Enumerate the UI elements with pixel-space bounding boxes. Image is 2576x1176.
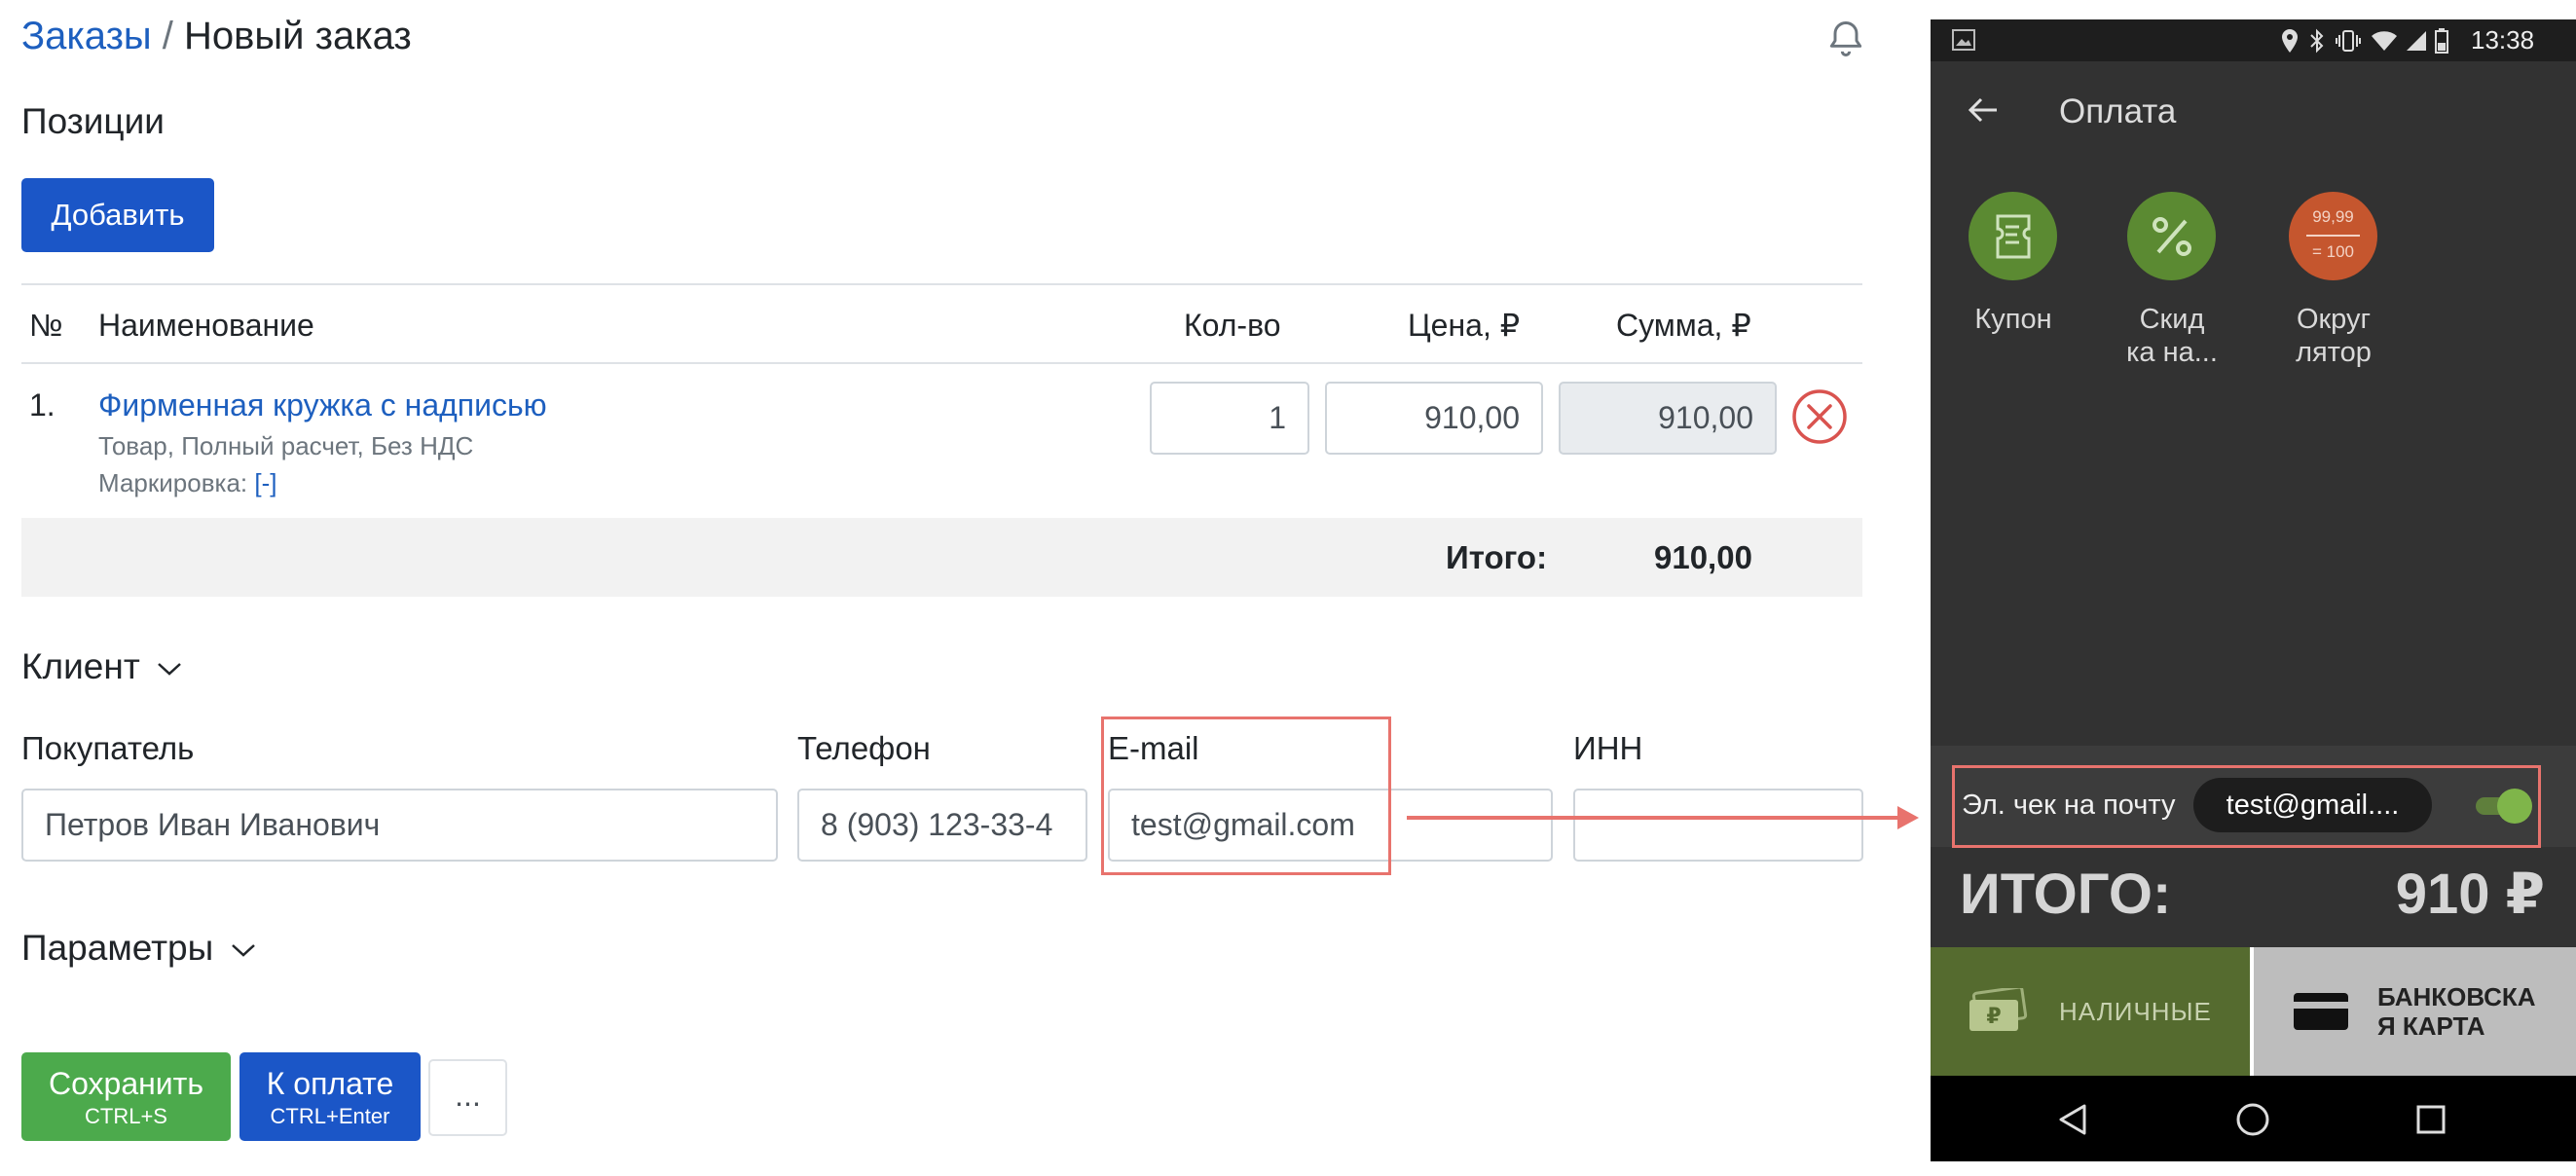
coupon-icon bbox=[1969, 192, 2057, 280]
phone-total-label: ИТОГО: bbox=[1960, 863, 2172, 926]
to-payment-shortcut: CTRL+Enter bbox=[270, 1104, 390, 1128]
coupon-label: Купон bbox=[1974, 304, 2052, 335]
product-name-link[interactable]: Фирменная кружка с надписью bbox=[98, 385, 547, 425]
phone-total-value: 910 ₽ bbox=[2395, 863, 2545, 926]
payment-title: Оплата bbox=[2059, 92, 2177, 130]
receipt-toggle[interactable] bbox=[2476, 787, 2532, 824]
breadcrumb: Заказы / Новый заказ bbox=[21, 12, 412, 60]
page-title: Новый заказ bbox=[184, 15, 412, 57]
rounding-icon-top: 99,99 bbox=[2312, 207, 2354, 226]
bell-icon[interactable] bbox=[1824, 18, 1867, 60]
nav-home-icon[interactable] bbox=[2235, 1102, 2270, 1137]
product-meta: Товар, Полный расчет, Без НДС bbox=[98, 431, 474, 460]
receipt-email-field[interactable]: test@gmail.... bbox=[2193, 778, 2432, 832]
signal-icon bbox=[2407, 31, 2426, 51]
marking-label: Маркировка: bbox=[98, 468, 248, 497]
rounding-icon-bottom: = 100 bbox=[2311, 242, 2354, 261]
toggle-knob bbox=[2497, 789, 2532, 824]
column-header-qty: Кол-во bbox=[1184, 308, 1281, 343]
receipt-label: Эл. чек на почту bbox=[1962, 790, 2176, 821]
status-time: 13:38 bbox=[2471, 25, 2535, 55]
back-arrow-icon[interactable] bbox=[1966, 92, 2001, 128]
chevron-down-icon bbox=[231, 944, 255, 957]
svg-text:₽: ₽ bbox=[1986, 1005, 2001, 1029]
qty-input[interactable]: 1 bbox=[1150, 382, 1309, 455]
discount-label-2: ка на... bbox=[2126, 337, 2218, 368]
phone-label: Телефон bbox=[797, 730, 931, 766]
wifi-icon bbox=[2372, 31, 2397, 51]
card-button[interactable]: БАНКОВСКА Я КАРТА bbox=[2254, 947, 2576, 1076]
chevron-down-icon bbox=[158, 663, 181, 676]
cash-button[interactable]: ₽ НАЛИЧНЫЕ bbox=[1931, 947, 2250, 1076]
order-form-page: Заказы / Новый заказ Позиции Добавить № … bbox=[0, 0, 1908, 1176]
rounding-label-2: лятор bbox=[2296, 337, 2372, 368]
buyer-input[interactable]: Петров Иван Иванович bbox=[21, 789, 778, 862]
more-actions-button[interactable]: ... bbox=[428, 1059, 507, 1136]
cash-icon: ₽ bbox=[1969, 988, 2028, 1031]
positions-title: Позиции bbox=[21, 101, 165, 141]
params-section-toggle[interactable]: Параметры bbox=[21, 926, 257, 971]
client-section-toggle[interactable]: Клиент bbox=[21, 644, 183, 689]
vibrate-icon bbox=[2336, 30, 2361, 52]
battery-icon bbox=[2435, 28, 2448, 54]
to-payment-button[interactable]: К оплате CTRL+Enter bbox=[239, 1052, 421, 1141]
params-title: Параметры bbox=[21, 928, 214, 968]
marking-link[interactable]: [-] bbox=[254, 468, 276, 497]
android-nav-bar bbox=[1931, 1076, 2576, 1161]
price-input[interactable]: 910,00 bbox=[1325, 382, 1543, 455]
cash-label: НАЛИЧНЫЕ bbox=[2059, 997, 2212, 1026]
inn-label: ИНН bbox=[1573, 730, 1643, 766]
payment-buttons: ₽ НАЛИЧНЫЕ БАНКОВСКА Я КАРТА bbox=[1931, 947, 2576, 1076]
percent-icon bbox=[2127, 192, 2216, 280]
table-header-divider bbox=[21, 362, 1862, 364]
sum-field: 910,00 bbox=[1559, 382, 1777, 455]
arrow-to-receipt bbox=[1407, 806, 1919, 829]
bluetooth-icon bbox=[2310, 28, 2324, 54]
save-button-label: Сохранить bbox=[48, 1066, 203, 1101]
row-number: 1. bbox=[29, 387, 55, 423]
rounding-icon: 99,99 = 100 bbox=[2289, 192, 2377, 280]
payment-body: Оплата Купон Скид ка на... 99,99 = 100 О… bbox=[1931, 61, 2576, 947]
column-header-sum: Сумма, ₽ bbox=[1616, 308, 1751, 343]
breadcrumb-separator: / bbox=[162, 15, 173, 57]
card-label-2: Я КАРТА bbox=[2377, 1011, 2485, 1041]
breadcrumb-orders-link[interactable]: Заказы bbox=[21, 15, 152, 57]
nav-recents-icon[interactable] bbox=[2415, 1104, 2447, 1135]
column-header-name: Наименование bbox=[98, 308, 314, 343]
save-button[interactable]: Сохранить CTRL+S bbox=[21, 1052, 231, 1141]
email-highlight-box bbox=[1101, 717, 1391, 875]
phone-screen: 13:38 Оплата Купон Скид ка на... 99,99 =… bbox=[1931, 0, 2576, 1176]
table-top-divider bbox=[21, 283, 1862, 285]
bank-card-icon bbox=[2294, 993, 2348, 1030]
to-payment-label: К оплате bbox=[266, 1066, 394, 1101]
total-value: 910,00 bbox=[1654, 539, 1752, 575]
card-label-1: БАНКОВСКА bbox=[2377, 982, 2536, 1011]
discount-label-1: Скид bbox=[2139, 304, 2205, 335]
save-shortcut: CTRL+S bbox=[85, 1104, 167, 1128]
phone-input[interactable]: 8 (903) 123-33-4 bbox=[797, 789, 1087, 862]
marking-row: Маркировка: [-] bbox=[98, 465, 276, 500]
nav-back-icon[interactable] bbox=[2057, 1103, 2088, 1136]
gallery-icon bbox=[1952, 29, 1975, 51]
status-bar: 13:38 bbox=[1931, 19, 2576, 61]
column-header-num: № bbox=[29, 308, 63, 343]
client-title: Клиент bbox=[21, 646, 140, 686]
total-label: Итого: bbox=[1446, 539, 1548, 575]
total-row: Итого: 910,00 bbox=[21, 518, 1862, 597]
column-header-price: Цена, ₽ bbox=[1408, 308, 1521, 343]
location-icon bbox=[2282, 29, 2298, 53]
rounding-icon-line bbox=[2306, 235, 2360, 237]
rounding-label-1: Округ bbox=[2296, 304, 2372, 335]
status-icons bbox=[2281, 28, 2476, 54]
add-position-button[interactable]: Добавить bbox=[21, 178, 214, 252]
remove-position-icon[interactable] bbox=[1790, 387, 1849, 446]
buyer-label: Покупатель bbox=[21, 730, 195, 766]
